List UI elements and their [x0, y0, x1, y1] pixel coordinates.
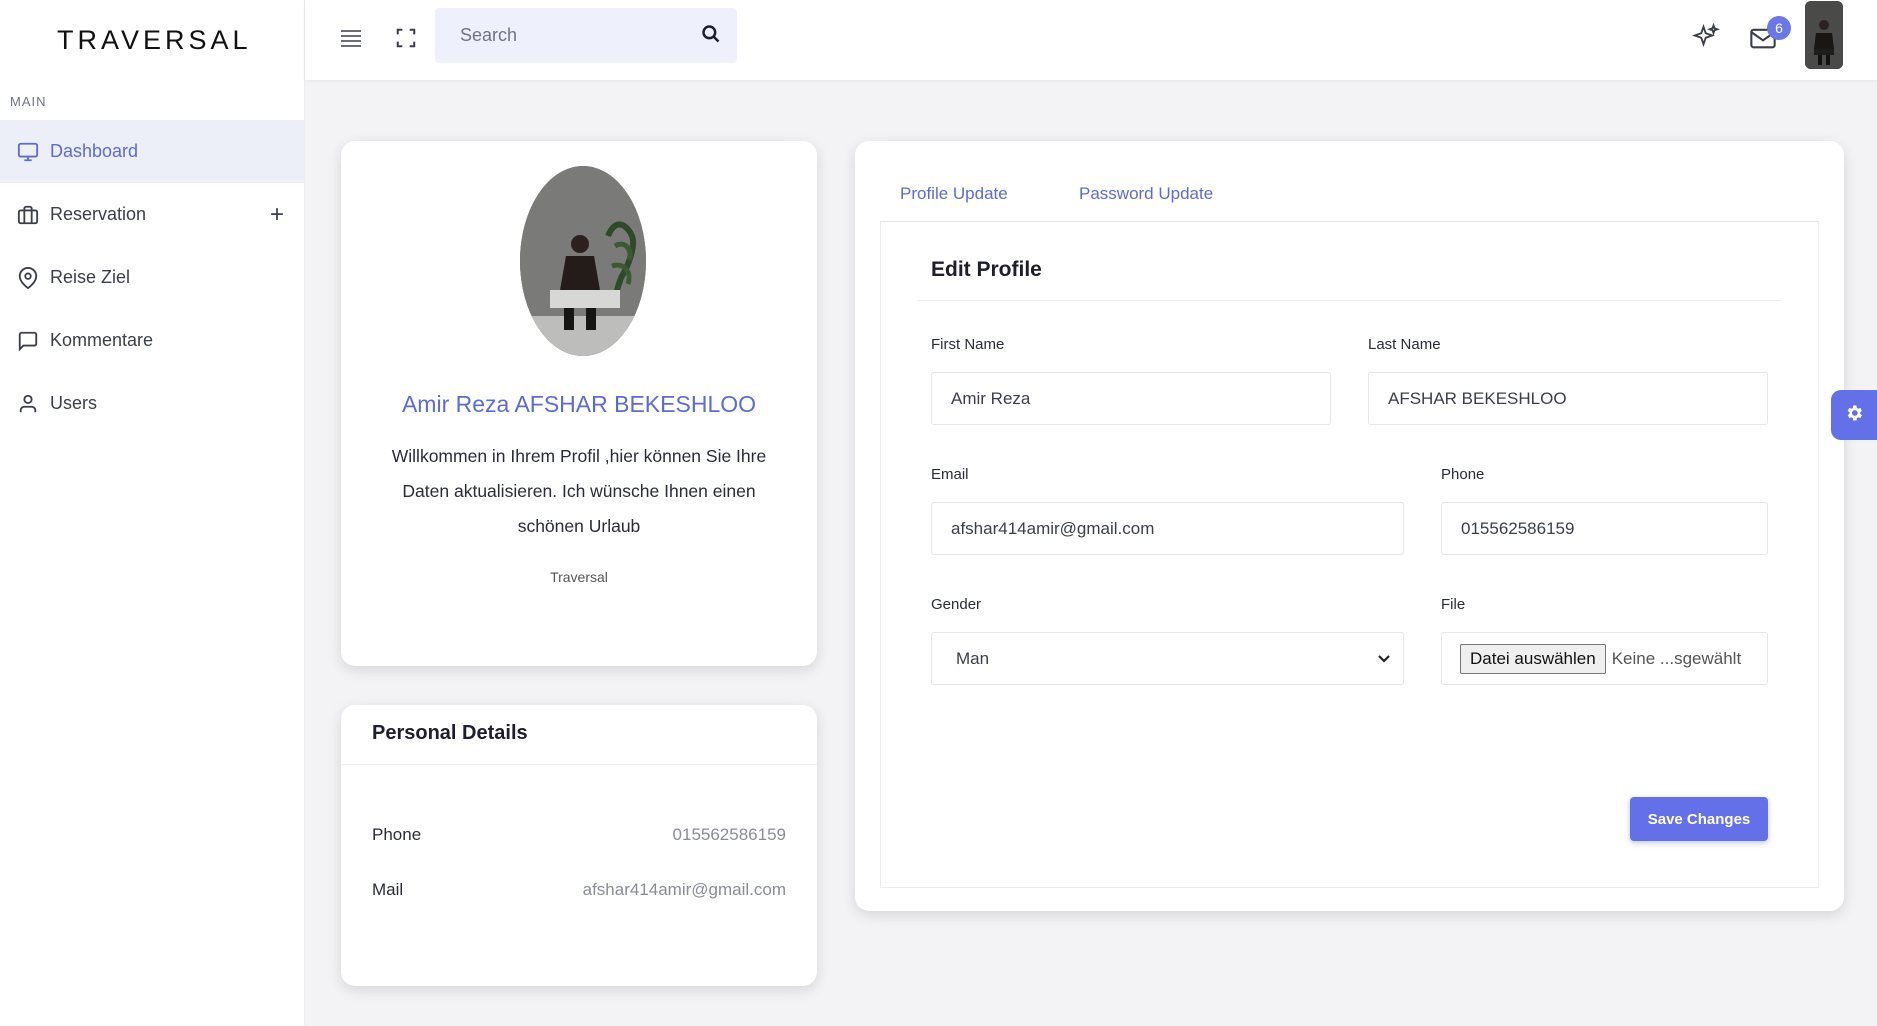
fullscreen-button[interactable]: [388, 22, 424, 58]
chevron-down-icon: [1377, 649, 1391, 669]
sidebar-section-label: MAIN: [10, 94, 47, 109]
map-pin-icon: [16, 266, 40, 290]
sidebar-item-dashboard[interactable]: Dashboard: [0, 120, 304, 183]
sidebar-item-reservation[interactable]: Reservation +: [0, 183, 304, 246]
briefcase-icon: [16, 203, 40, 227]
file-input: Datei auswählen Keine ...sgewählt: [1441, 632, 1768, 685]
sidebar-item-label: Dashboard: [50, 141, 139, 161]
email-field[interactable]: [931, 502, 1404, 555]
sparkle-icon: [1691, 22, 1721, 58]
phone-field[interactable]: [1441, 502, 1768, 555]
phone-label: Phone: [1441, 466, 1485, 483]
edit-profile-title: Edit Profile: [931, 258, 1042, 281]
brand-logo[interactable]: TRAVERSAL: [0, 0, 304, 80]
last-name-label: Last Name: [1368, 336, 1441, 353]
user-icon: [16, 392, 40, 416]
gender-selected-value: Man: [956, 648, 990, 668]
menu-toggle-button[interactable]: [333, 22, 369, 58]
profile-subtitle: Traversal: [550, 569, 608, 585]
messages-button[interactable]: 6: [1745, 15, 1791, 58]
hamburger-icon: [340, 29, 362, 52]
detail-row-phone: Phone 015562586159: [372, 825, 786, 845]
profile-description: Willkommen in Ihrem Profil ,hier können …: [391, 446, 767, 536]
sidebar-item-users[interactable]: Users: [0, 372, 304, 435]
profile-photo: [520, 166, 646, 356]
profile-card: Amir Reza AFSHAR BEKESHLOO Willkommen in…: [341, 141, 817, 666]
gear-icon: [1844, 403, 1864, 428]
gender-select[interactable]: Man: [931, 632, 1404, 685]
expand-plus-icon[interactable]: +: [270, 201, 284, 229]
search-icon[interactable]: [701, 24, 721, 49]
tab-profile-update[interactable]: Profile Update: [900, 184, 1008, 204]
detail-label: Mail: [372, 880, 404, 899]
tabs: Profile Update Password Update: [880, 141, 1819, 222]
detail-value: 015562586159: [672, 825, 786, 844]
sidebar-item-label: Users: [50, 393, 98, 413]
tab-password-update[interactable]: Password Update: [1079, 184, 1213, 204]
email-label: Email: [931, 466, 969, 483]
sidebar-item-label: Kommentare: [50, 330, 154, 350]
notification-badge: 6: [1767, 15, 1791, 40]
gender-label: Gender: [931, 596, 982, 613]
fullscreen-icon: [395, 27, 417, 54]
sparkle-button[interactable]: [1688, 22, 1724, 58]
file-choose-button[interactable]: Datei auswählen: [1460, 643, 1606, 674]
mail-icon: 6: [1749, 15, 1791, 55]
sidebar-item-label: Reservation: [50, 204, 147, 224]
top-header: 6: [305, 0, 1877, 80]
last-name-field[interactable]: [1368, 372, 1768, 425]
profile-name: Amir Reza AFSHAR BEKESHLOO: [401, 391, 757, 417]
sidebar-item-reise-ziel[interactable]: Reise Ziel: [0, 246, 304, 309]
chat-icon: [16, 329, 40, 353]
search-bar: [435, 8, 737, 63]
monitor-icon: [16, 140, 40, 164]
file-label: File: [1441, 596, 1466, 613]
sidebar-item-kommentare[interactable]: Kommentare: [0, 309, 304, 372]
save-changes-button[interactable]: Save Changes: [1630, 797, 1768, 841]
sidebar-item-label: Reise Ziel: [50, 267, 131, 287]
personal-details-title: Personal Details: [341, 705, 817, 765]
personal-details-card: Personal Details Phone 015562586159 Mail…: [341, 705, 817, 986]
avatar[interactable]: [1805, 1, 1843, 69]
edit-profile-panel: Edit Profile First Name Last Name Email …: [880, 222, 1819, 888]
file-status-text: Keine ...sgewählt: [1611, 648, 1742, 668]
divider: [917, 300, 1782, 301]
search-input[interactable]: [435, 25, 675, 46]
first-name-field[interactable]: [931, 372, 1331, 425]
first-name-label: First Name: [931, 336, 1005, 353]
settings-toggle-button[interactable]: [1831, 390, 1877, 440]
edit-profile-card: Profile Update Password Update Edit Prof…: [855, 141, 1844, 911]
detail-value: afshar414amir@gmail.com: [582, 880, 786, 899]
sidebar: TRAVERSAL MAIN Dashboard Reservation + R…: [0, 0, 305, 1026]
detail-row-mail: Mail afshar414amir@gmail.com: [372, 880, 786, 900]
detail-label: Phone: [372, 825, 422, 844]
